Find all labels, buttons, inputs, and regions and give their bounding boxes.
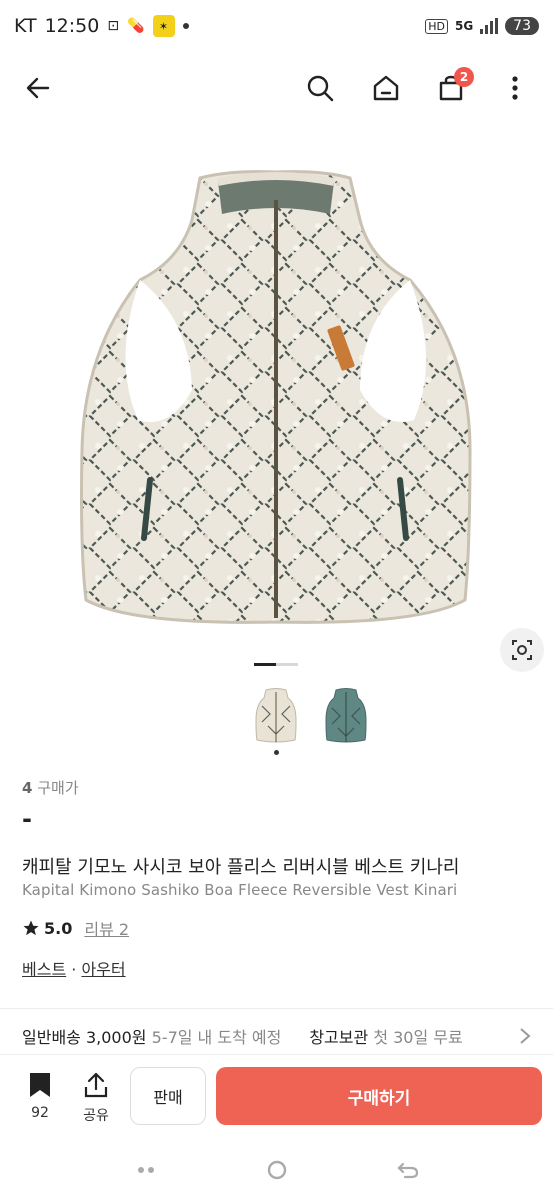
star-icon bbox=[23, 920, 39, 936]
status-left: KT 12:50 ⊡ 💊 ✶ bbox=[14, 15, 189, 37]
back-arrow-icon bbox=[26, 77, 50, 99]
thumbnail-kinari[interactable] bbox=[248, 684, 304, 746]
app-notification-icon: ✶ bbox=[152, 15, 175, 37]
cart-button[interactable]: 2 bbox=[431, 67, 474, 108]
home-circle-icon bbox=[267, 1160, 286, 1180]
shipping-label: 일반배송 bbox=[22, 1028, 81, 1047]
favorite-count: 92 bbox=[31, 1105, 49, 1121]
product-title-korean: 캐피탈 기모노 사시코 보아 플리스 리버시블 베스트 키나리 bbox=[22, 857, 460, 878]
signal-icon bbox=[480, 18, 499, 34]
rating-score: 5.0 bbox=[44, 918, 73, 938]
back-button[interactable] bbox=[18, 68, 58, 108]
share-label: 공유 bbox=[83, 1108, 109, 1124]
vest-reverse-thumbnail-image bbox=[325, 688, 367, 743]
thumbnail-reverse[interactable] bbox=[318, 684, 374, 746]
home-icon bbox=[373, 75, 399, 101]
more-options-button[interactable] bbox=[495, 68, 535, 108]
thumbnail-strip bbox=[248, 684, 374, 746]
recent-apps-button[interactable] bbox=[126, 1150, 166, 1190]
image-search-button[interactable] bbox=[500, 628, 544, 672]
back-system-button[interactable] bbox=[388, 1150, 428, 1190]
system-navigation-bar bbox=[0, 1140, 553, 1200]
hd-voice-icon: HD bbox=[425, 18, 448, 34]
network-type-label: 5G bbox=[454, 19, 474, 33]
search-icon bbox=[307, 75, 334, 102]
buy-button[interactable]: 구매하기 bbox=[216, 1067, 542, 1125]
top-navigation: 2 bbox=[0, 56, 553, 120]
sell-button[interactable]: 판매 bbox=[130, 1067, 206, 1125]
screenshot-icon: ⊡ bbox=[107, 18, 120, 34]
category-link-outer[interactable]: 아우터 bbox=[81, 960, 125, 979]
chevron-right-icon bbox=[520, 1028, 531, 1044]
back-system-icon bbox=[396, 1162, 418, 1179]
pill-icon: 💊 bbox=[127, 18, 145, 34]
storage-label: 창고보관 bbox=[309, 1028, 369, 1047]
indicator-segment bbox=[276, 663, 298, 666]
camera-lens-icon bbox=[512, 640, 532, 660]
indicator-segment-active bbox=[254, 663, 276, 666]
share-icon bbox=[84, 1072, 108, 1098]
shipping-eta: 5-7일 내 도착 예정 bbox=[151, 1028, 282, 1047]
section-divider bbox=[0, 1008, 553, 1009]
search-button[interactable] bbox=[300, 68, 340, 108]
price-label: 4 구매가 bbox=[22, 777, 79, 798]
vest-thumbnail-image bbox=[255, 688, 297, 743]
price-label-text: 구매가 bbox=[37, 779, 79, 797]
rating-row: 5.0 리뷰 2 bbox=[22, 916, 129, 940]
status-right: HD 5G 73 bbox=[425, 17, 539, 35]
category-link-vest[interactable]: 베스트 bbox=[22, 960, 66, 979]
shipping-fee: 3,000원 bbox=[85, 1028, 147, 1047]
price-value: - bbox=[22, 805, 32, 833]
category-separator: · bbox=[66, 960, 82, 979]
carrier-label: KT bbox=[14, 15, 37, 37]
product-main-image[interactable] bbox=[0, 130, 553, 650]
home-system-button[interactable] bbox=[257, 1150, 297, 1190]
thumbnail-selected-dot bbox=[274, 750, 279, 755]
storage-note: 첫 30일 무료 bbox=[373, 1028, 463, 1047]
clock: 12:50 bbox=[44, 15, 100, 37]
notification-dot-icon bbox=[182, 23, 189, 29]
bookmark-icon bbox=[30, 1073, 50, 1097]
image-page-indicator bbox=[254, 663, 298, 666]
price-count: 4 bbox=[22, 779, 33, 797]
shipping-info-row[interactable]: 일반배송 3,000원 5-7일 내 도착 예정 창고보관 첫 30일 무료 bbox=[0, 1016, 553, 1056]
favorite-button[interactable]: 92 bbox=[16, 1071, 64, 1121]
recent-apps-icon bbox=[137, 1167, 154, 1173]
product-title-english: Kapital Kimono Sashiko Boa Fleece Revers… bbox=[22, 881, 458, 899]
share-button[interactable]: 공유 bbox=[72, 1071, 120, 1125]
home-button[interactable] bbox=[366, 68, 406, 108]
battery-indicator: 73 bbox=[505, 17, 539, 35]
status-bar: KT 12:50 ⊡ 💊 ✶ HD 5G 73 bbox=[0, 0, 553, 52]
review-link[interactable]: 리뷰 2 bbox=[84, 916, 129, 940]
bottom-action-bar: 92 공유 판매 구매하기 bbox=[0, 1054, 553, 1136]
cart-count-badge: 2 bbox=[454, 67, 474, 87]
more-vertical-icon bbox=[512, 76, 518, 100]
category-breadcrumb: 베스트 · 아우터 bbox=[22, 956, 126, 980]
